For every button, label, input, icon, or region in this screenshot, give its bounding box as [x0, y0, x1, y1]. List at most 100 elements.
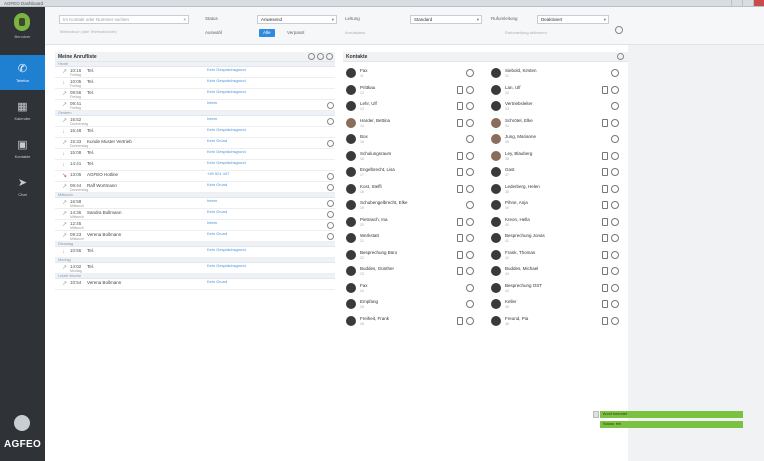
mobile-icon[interactable]	[602, 151, 608, 160]
call-icon[interactable]	[611, 267, 619, 275]
contact-item[interactable]: Vertriebsleiter 33	[488, 99, 628, 116]
call-icon[interactable]	[611, 168, 619, 176]
contact-item[interactable]: Schrötel, Elke 34	[488, 116, 628, 133]
call-row[interactable]: ↓ 16:48 Tel. Kein Gesprächsgrund	[55, 127, 335, 138]
call-icon[interactable]	[466, 69, 474, 77]
call-back-icon[interactable]	[327, 222, 334, 229]
contacts-settings-icon[interactable]	[617, 53, 624, 60]
mobile-icon[interactable]	[457, 234, 463, 242]
minimize-button[interactable]	[731, 0, 742, 6]
mobile-icon[interactable]	[602, 217, 608, 226]
call-icon[interactable]	[466, 250, 474, 259]
call-icon[interactable]	[466, 283, 474, 292]
call-icon[interactable]	[611, 234, 619, 242]
call-reason[interactable]: Kein Grund	[207, 279, 227, 285]
contact-item[interactable]: Box 15	[343, 132, 483, 149]
contact-item[interactable]: Buddes, Günther 23	[343, 264, 483, 281]
mobile-icon[interactable]	[457, 151, 463, 160]
notification-checkbox[interactable]	[593, 411, 599, 418]
close-button[interactable]	[753, 0, 764, 6]
search-input[interactable]: Im Kontakt oder Nummer suchen ×	[59, 15, 189, 24]
call-back-icon[interactable]	[327, 233, 334, 240]
call-row[interactable]: ↓ 10:56 Tel. Kein Gesprächsgrund	[55, 247, 335, 258]
call-row[interactable]: ↗ 14:36 Mittwoch Sandra Bollmann Kein Grund	[55, 209, 335, 220]
mobile-icon[interactable]	[457, 267, 463, 275]
call-icon[interactable]	[611, 300, 619, 308]
call-icon[interactable]	[466, 151, 474, 160]
call-icon[interactable]	[611, 184, 619, 193]
call-row[interactable]: ↓ 14:41 Tel. Kein Gesprächsgrund	[55, 160, 335, 171]
mobile-icon[interactable]	[602, 234, 608, 242]
mobile-icon[interactable]	[457, 250, 463, 259]
contact-item[interactable]: Keller 45	[488, 297, 628, 314]
mobile-icon[interactable]	[602, 283, 608, 292]
settings-icon[interactable]	[326, 53, 333, 60]
call-reason[interactable]: +49 521 447	[207, 171, 229, 177]
line-select[interactable]: Standard ▾	[410, 15, 482, 24]
call-back-icon[interactable]	[327, 102, 334, 109]
contact-item[interactable]: Fax 24	[343, 281, 483, 298]
contact-item[interactable]: Schubengelbrecht, Elke 19	[343, 198, 483, 215]
contact-item[interactable]: Siebold, Kirsten 31	[488, 66, 628, 83]
call-reason[interactable]: Kein Grund	[207, 138, 227, 144]
call-reason[interactable]: Kein Gesprächsgrund	[207, 160, 246, 166]
call-back-icon[interactable]	[327, 173, 334, 180]
settings-icon[interactable]	[14, 415, 30, 431]
contact-item[interactable]: Fax 11	[343, 66, 483, 83]
call-icon[interactable]	[466, 234, 474, 242]
filter-icon[interactable]	[308, 53, 315, 60]
call-icon[interactable]	[611, 316, 619, 325]
call-icon[interactable]	[466, 102, 474, 110]
call-icon[interactable]	[611, 151, 619, 160]
status-select[interactable]: Anwesend ▾	[257, 15, 337, 24]
call-row[interactable]: ↗ 16:58 Mittwoch Intern	[55, 198, 335, 209]
mobile-icon[interactable]	[602, 184, 608, 193]
call-reason[interactable]: Kein Gesprächsgrund	[207, 263, 246, 269]
call-reason[interactable]: Kein Gesprächsgrund	[207, 78, 246, 84]
call-reason[interactable]: Intern	[207, 198, 217, 204]
call-icon[interactable]	[611, 135, 619, 143]
call-back-icon[interactable]	[327, 118, 334, 125]
call-row[interactable]: ↗ 09:44 Donnerstag Ralf Wortmann Kein Grund	[55, 182, 335, 193]
call-icon[interactable]	[466, 184, 474, 193]
notification-item[interactable]: Anruf beendet	[600, 411, 743, 418]
contact-item[interactable]: Lan, Ulf 32	[488, 83, 628, 100]
call-icon[interactable]	[611, 102, 619, 110]
call-row[interactable]: ↗ 09:41 Freitag Intern	[55, 100, 335, 111]
contact-item[interactable]: Gast 37	[488, 165, 628, 182]
call-icon[interactable]	[466, 300, 474, 308]
rail-item-chat[interactable]: ➤ Chat	[0, 169, 45, 204]
call-icon[interactable]	[466, 267, 474, 275]
call-reason[interactable]: Kein Grund	[207, 209, 227, 215]
call-icon[interactable]	[611, 69, 619, 77]
call-reason[interactable]: Kein Gesprächsgrund	[207, 67, 246, 73]
toolbar-settings-icon[interactable]	[615, 26, 623, 34]
contact-item[interactable]: Harder, Bettina 14	[343, 116, 483, 133]
contact-item[interactable]: Freund, Pia 46	[488, 314, 628, 331]
call-icon[interactable]	[611, 217, 619, 226]
call-reason[interactable]: Kein Gesprächsgrund	[207, 149, 246, 155]
call-row[interactable]: ↓ 10:05 Freitag Tel. Kein Gesprächsgrund	[55, 78, 335, 89]
call-icon[interactable]	[611, 201, 619, 209]
call-back-icon[interactable]	[327, 200, 334, 207]
mobile-icon[interactable]	[602, 267, 608, 275]
mobile-icon[interactable]	[457, 217, 463, 226]
contact-item[interactable]: Besprechung Jonas 41	[488, 231, 628, 248]
call-back-icon[interactable]	[327, 211, 334, 218]
contact-item[interactable]: Pietrasch, Ina 20	[343, 215, 483, 232]
call-row[interactable]: ↘ 13:05 AGFEO Hotline +49 521 447	[55, 171, 335, 182]
call-row[interactable]: ↗ 16:52 Donnerstag Intern	[55, 116, 335, 127]
maximize-button[interactable]	[742, 0, 753, 6]
call-reason[interactable]: Kein Gesprächsgrund	[207, 247, 246, 253]
call-row[interactable]: ↗ 10:16 Freitag Tel. Kein Gesprächsgrund	[55, 67, 335, 78]
refresh-icon[interactable]	[317, 53, 324, 60]
call-reason[interactable]: Kein Gesprächsgrund	[207, 89, 246, 95]
contact-item[interactable]: Freiheit, Frank 26	[343, 314, 483, 331]
mobile-icon[interactable]	[457, 168, 463, 176]
contact-item[interactable]: Werkstatt 21	[343, 231, 483, 248]
mobile-icon[interactable]	[457, 316, 463, 325]
call-back-icon[interactable]	[327, 184, 334, 191]
call-icon[interactable]	[466, 316, 474, 325]
contact-item[interactable]: Pihne, Anja 39	[488, 198, 628, 215]
call-icon[interactable]	[466, 118, 474, 127]
